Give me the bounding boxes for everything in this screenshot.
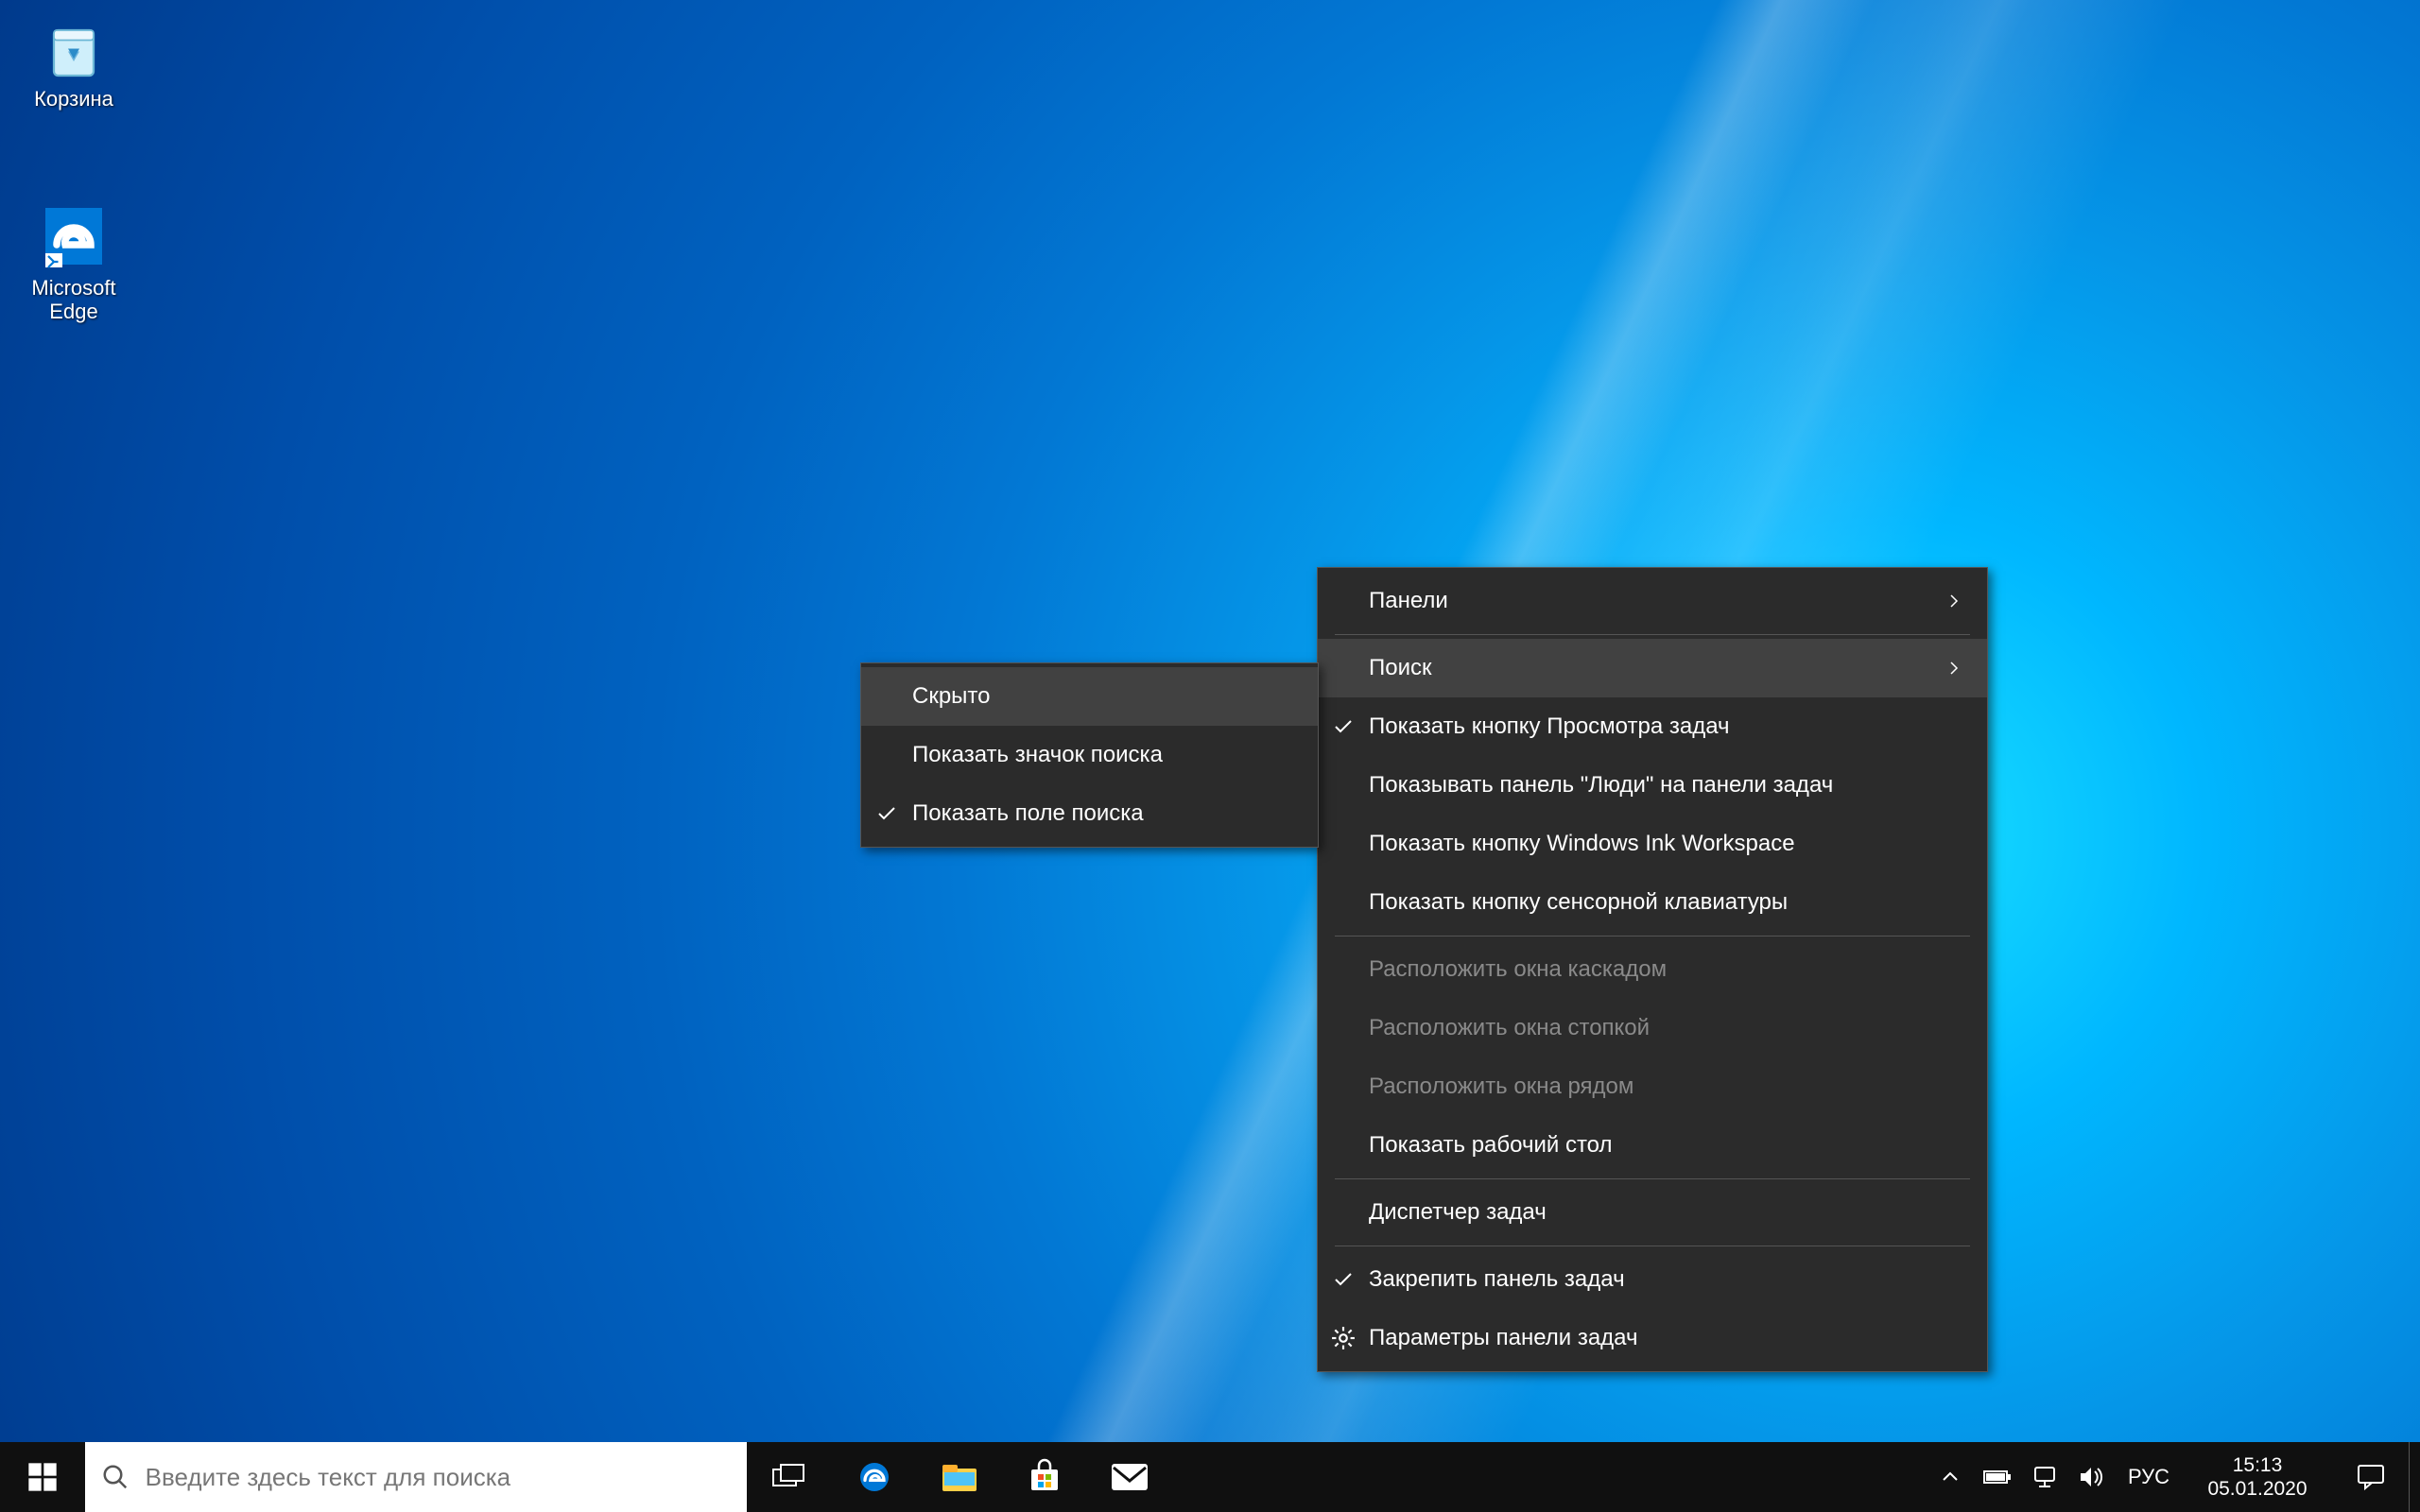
- action-center-button[interactable]: [2333, 1442, 2409, 1512]
- taskbar-menu-item[interactable]: Поиск: [1318, 639, 1987, 697]
- taskbar-menu-item-label: Диспетчер задач: [1369, 1199, 1925, 1226]
- desktop-icon-label: Microsoft Edge: [31, 276, 115, 324]
- taskbar-menu-item[interactable]: Закрепить панель задач: [1318, 1250, 1987, 1309]
- taskbar-menu-item[interactable]: Показать рабочий стол: [1318, 1116, 1987, 1175]
- clock-date: 05.01.2020: [2207, 1477, 2307, 1501]
- search-submenu-item[interactable]: Скрыто: [861, 667, 1318, 726]
- taskbar-app-explorer[interactable]: [917, 1442, 1002, 1512]
- desktop[interactable]: Корзина Microsoft Edge Панели Поиск Показа…: [0, 0, 2420, 1512]
- language-indicator[interactable]: РУС: [2116, 1442, 2182, 1512]
- mail-icon: [1110, 1462, 1150, 1492]
- clock-time: 15:13: [2233, 1453, 2283, 1477]
- edge-icon: [36, 198, 112, 274]
- network-icon: [2031, 1466, 2058, 1488]
- taskbar-app-edge[interactable]: [832, 1442, 917, 1512]
- taskbar-menu-item: Расположить окна каскадом: [1318, 940, 1987, 999]
- taskbar-menu-item-label: Закрепить панель задач: [1369, 1266, 1925, 1293]
- task-view-icon: [772, 1464, 806, 1490]
- desktop-icon-label: Корзина: [34, 87, 113, 111]
- taskbar-menu-item-label: Показывать панель "Люди" на панели задач: [1369, 772, 1925, 799]
- system-tray: [1927, 1442, 2116, 1512]
- desktop-icon-edge[interactable]: Microsoft Edge: [8, 198, 140, 324]
- tray-network[interactable]: [2021, 1442, 2068, 1512]
- tray-battery[interactable]: [1974, 1442, 2021, 1512]
- chevron-up-icon: [1939, 1466, 1962, 1488]
- taskbar-menu-item-label: Расположить окна рядом: [1369, 1074, 1925, 1100]
- taskbar-menu-item: Расположить окна стопкой: [1318, 999, 1987, 1057]
- taskbar-menu-item-label: Расположить окна стопкой: [1369, 1015, 1925, 1041]
- search-icon: [85, 1463, 146, 1491]
- taskbar-menu-item-label: Показать кнопку сенсорной клавиатуры: [1369, 889, 1925, 916]
- notification-icon: [2356, 1463, 2386, 1491]
- start-button[interactable]: [0, 1442, 85, 1512]
- taskbar-menu-item-label: Поиск: [1369, 655, 1925, 681]
- tray-volume[interactable]: [2068, 1442, 2116, 1512]
- search-input[interactable]: [146, 1463, 747, 1492]
- microsoft-store-icon: [1026, 1458, 1063, 1496]
- check-icon: [861, 802, 912, 825]
- taskbar-menu-item[interactable]: Диспетчер задач: [1318, 1183, 1987, 1242]
- file-explorer-icon: [941, 1460, 978, 1494]
- taskbar-context-menu: Панели Поиск Показать кнопку Просмотра зад…: [1317, 567, 1988, 1372]
- taskbar-menu-item-label: Панели: [1369, 588, 1925, 614]
- task-view-button[interactable]: [747, 1442, 832, 1512]
- tray-chevron-up[interactable]: [1927, 1442, 1974, 1512]
- taskbar-right: РУС 15:13 05.01.2020: [1927, 1442, 2420, 1512]
- chevron-right-icon: [1925, 593, 1962, 610]
- taskbar-menu-separator: [1335, 634, 1970, 635]
- taskbar: РУС 15:13 05.01.2020: [0, 1442, 2420, 1512]
- taskbar-menu-item[interactable]: Показывать панель "Люди" на панели задач: [1318, 756, 1987, 815]
- search-submenu-item-label: Показать значок поиска: [912, 742, 1255, 768]
- search-submenu-item[interactable]: Показать поле поиска: [861, 784, 1318, 843]
- taskbar-menu-item-label: Показать кнопку Windows Ink Workspace: [1369, 831, 1925, 857]
- search-submenu: Скрыто Показать значок поиска Показать пол…: [860, 662, 1319, 848]
- gear-icon: [1318, 1326, 1369, 1350]
- desktop-icon-recycle-bin[interactable]: Корзина: [8, 9, 140, 111]
- taskbar-app-mail[interactable]: [1087, 1442, 1172, 1512]
- taskbar-search[interactable]: [85, 1442, 747, 1512]
- taskbar-menu-item-label: Показать рабочий стол: [1369, 1132, 1925, 1159]
- windows-logo-icon: [27, 1462, 58, 1492]
- check-icon: [1318, 1268, 1369, 1291]
- chevron-right-icon: [1925, 660, 1962, 677]
- taskbar-menu-item[interactable]: Показать кнопку сенсорной клавиатуры: [1318, 873, 1987, 932]
- taskbar-app-store[interactable]: [1002, 1442, 1087, 1512]
- taskbar-menu-item[interactable]: Параметры панели задач: [1318, 1309, 1987, 1367]
- edge-icon: [856, 1458, 893, 1496]
- search-submenu-item-label: Показать поле поиска: [912, 800, 1255, 827]
- recycle-bin-icon: [36, 9, 112, 85]
- taskbar-menu-item[interactable]: Панели: [1318, 572, 1987, 630]
- check-icon: [1318, 715, 1369, 738]
- taskbar-menu-item-label: Расположить окна каскадом: [1369, 956, 1925, 983]
- show-desktop-button[interactable]: [2409, 1442, 2420, 1512]
- taskbar-menu-item[interactable]: Показать кнопку Просмотра задач: [1318, 697, 1987, 756]
- taskbar-menu-item[interactable]: Показать кнопку Windows Ink Workspace: [1318, 815, 1987, 873]
- battery-icon: [1983, 1468, 2012, 1486]
- taskbar-menu-separator: [1335, 1178, 1970, 1179]
- taskbar-menu-item: Расположить окна рядом: [1318, 1057, 1987, 1116]
- volume-icon: [2079, 1466, 2105, 1488]
- search-submenu-item-label: Скрыто: [912, 683, 1255, 710]
- taskbar-menu-item-label: Показать кнопку Просмотра задач: [1369, 713, 1925, 740]
- search-submenu-item[interactable]: Показать значок поиска: [861, 726, 1318, 784]
- taskbar-menu-item-label: Параметры панели задач: [1369, 1325, 1925, 1351]
- taskbar-clock[interactable]: 15:13 05.01.2020: [2182, 1442, 2333, 1512]
